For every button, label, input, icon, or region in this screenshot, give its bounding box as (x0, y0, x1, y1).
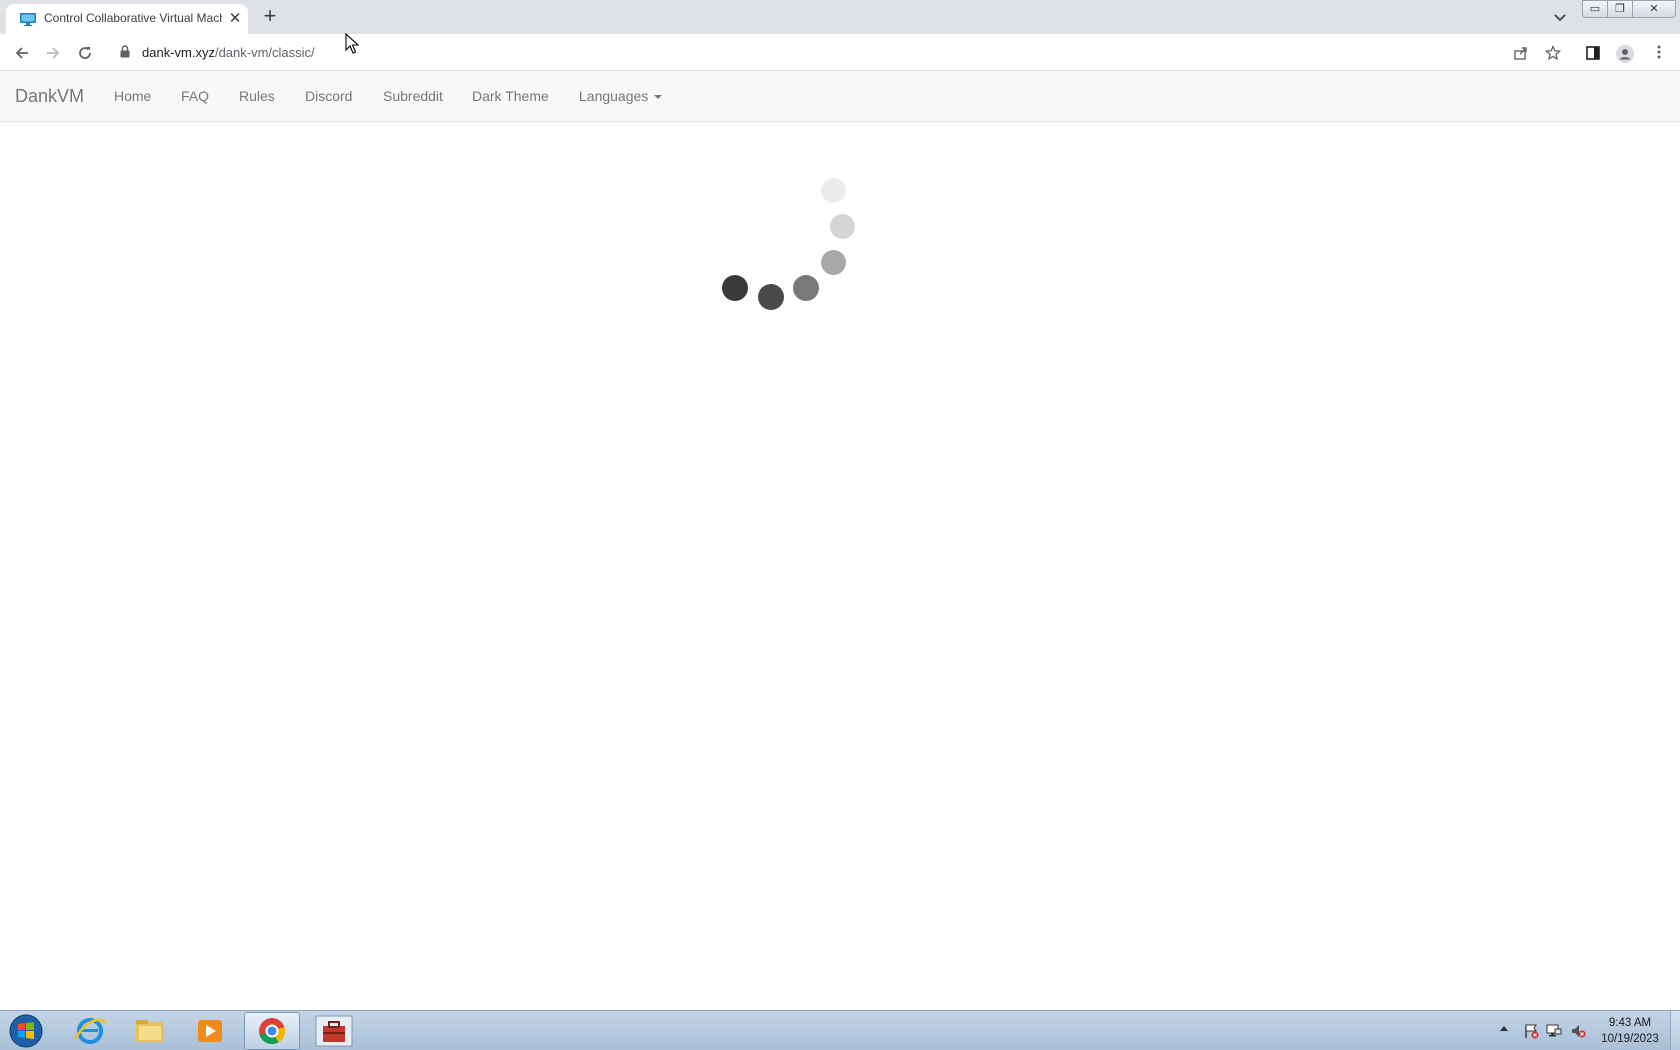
spinner-dot (722, 275, 748, 301)
spinner-dot (758, 284, 784, 310)
side-panel-icon[interactable] (1580, 40, 1606, 66)
spinner-dot (820, 249, 846, 275)
reload-icon[interactable] (72, 40, 98, 66)
action-center-flag-icon[interactable] (1523, 1023, 1539, 1039)
windows-start-orb-icon[interactable] (4, 1013, 48, 1049)
lock-icon[interactable] (120, 45, 130, 58)
chrome-menu-icon[interactable] (1646, 40, 1672, 66)
nav-link-subreddit[interactable]: Subreddit (383, 88, 443, 104)
browser-tab-strip: Control Collaborative Virtual Machines ✕… (0, 0, 1680, 34)
file-explorer-icon[interactable] (122, 1012, 178, 1050)
media-player-icon[interactable] (182, 1012, 238, 1050)
system-clock[interactable]: 9:43 AM 10/19/2023 (1592, 1015, 1668, 1047)
site-navbar: DankVM Home FAQ Rules Discord Subreddit … (0, 71, 1680, 122)
nav-link-home[interactable]: Home (114, 88, 151, 104)
nav-link-rules[interactable]: Rules (239, 88, 275, 104)
show-hidden-icons-icon[interactable] (1500, 1026, 1508, 1031)
tab-close-icon[interactable]: ✕ (226, 10, 244, 28)
mouse-cursor-icon (345, 33, 359, 54)
bookmark-star-icon[interactable] (1540, 40, 1566, 66)
window-close-button[interactable]: ✕ (1632, 0, 1676, 18)
tab-title: Control Collaborative Virtual Machines (44, 11, 222, 25)
browser-tab-active[interactable]: Control Collaborative Virtual Machines ✕ (6, 4, 248, 34)
address-bar[interactable]: dank-vm.xyz/dank-vm/classic/ (110, 38, 1550, 66)
window-minimize-button[interactable]: ▭ (1582, 0, 1608, 18)
internet-explorer-icon[interactable] (62, 1012, 118, 1050)
url-text: dank-vm.xyz/dank-vm/classic/ (142, 45, 315, 60)
brand-logo[interactable]: DankVM (15, 86, 84, 107)
url-host: dank-vm.xyz (142, 45, 215, 60)
clock-date: 10/19/2023 (1601, 1033, 1659, 1045)
profile-avatar-icon[interactable] (1612, 40, 1638, 66)
nav-link-discord[interactable]: Discord (305, 88, 352, 104)
spinner-dot (820, 177, 846, 203)
google-chrome-icon[interactable] (244, 1012, 300, 1050)
loading-spinner (0, 0, 1680, 1050)
window-maximize-button[interactable]: ❐ (1607, 0, 1633, 18)
windows-taskbar: 9:43 AM 10/19/2023 (0, 1010, 1680, 1050)
show-desktop-button[interactable] (1670, 1011, 1680, 1050)
url-path: /dank-vm/classic/ (214, 45, 315, 60)
new-tab-button[interactable]: + (258, 5, 282, 29)
monitor-icon (20, 13, 36, 26)
languages-dropdown[interactable]: Languages (579, 88, 663, 104)
forward-arrow-icon[interactable] (40, 40, 66, 66)
spinner-dot (793, 275, 819, 301)
share-icon[interactable] (1508, 40, 1534, 66)
spinner-dot (829, 213, 855, 239)
toolbox-app-icon[interactable] (306, 1012, 362, 1050)
languages-label: Languages (579, 88, 649, 104)
caret-down-icon (654, 95, 663, 100)
nav-link-faq[interactable]: FAQ (181, 88, 209, 104)
network-icon[interactable] (1546, 1023, 1562, 1039)
nav-link-dark-theme[interactable]: Dark Theme (472, 88, 549, 104)
browser-toolbar: dank-vm.xyz/dank-vm/classic/ (0, 34, 1680, 71)
tab-search-chevron-icon[interactable] (1548, 6, 1572, 28)
volume-muted-icon[interactable] (1570, 1023, 1586, 1039)
clock-time: 9:43 AM (1608, 1017, 1652, 1029)
back-arrow-icon[interactable] (9, 40, 35, 66)
